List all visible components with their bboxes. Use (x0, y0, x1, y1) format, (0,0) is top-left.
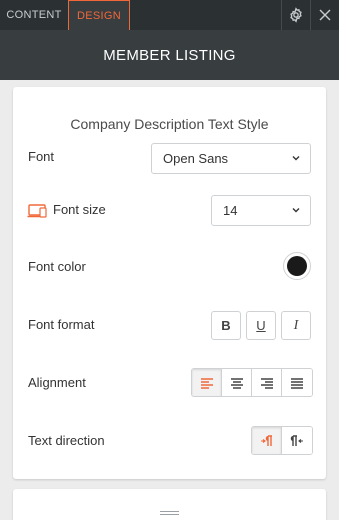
chevron-down-icon (292, 208, 300, 213)
tab-design[interactable]: DESIGN (68, 0, 130, 30)
font-size-label: Font size (53, 202, 106, 217)
close-button[interactable] (310, 0, 339, 30)
color-swatch-dot (287, 256, 307, 276)
ltr-icon (260, 434, 272, 446)
text-direction-label: Text direction (28, 433, 105, 448)
text-direction-group (251, 426, 313, 455)
underline-icon: U (256, 318, 266, 333)
align-right-icon (260, 377, 273, 389)
align-center-icon (230, 377, 243, 389)
alignment-label: Alignment (28, 375, 86, 390)
font-format-label: Font format (28, 317, 95, 332)
panel-header: MEMBER LISTING (0, 30, 339, 80)
italic-button[interactable]: I (281, 311, 311, 340)
resize-handle[interactable] (160, 511, 179, 516)
italic-icon: I (293, 317, 299, 333)
text-style-card: Company Description Text Style Font Open… (13, 87, 326, 479)
font-color-label: Font color (28, 259, 86, 274)
font-size-value: 14 (223, 203, 238, 218)
align-left-button[interactable] (192, 369, 222, 396)
desktop-icon (27, 203, 47, 224)
font-select[interactable]: Open Sans (151, 143, 311, 174)
top-bar: CONTENT DESIGN (0, 0, 339, 30)
ltr-button[interactable] (252, 427, 282, 454)
justify-button[interactable] (282, 369, 312, 396)
align-left-icon (200, 377, 213, 389)
font-color-picker[interactable] (283, 252, 311, 280)
tab-content[interactable]: CONTENT (0, 0, 68, 30)
align-center-button[interactable] (222, 369, 252, 396)
font-size-select[interactable]: 14 (211, 195, 311, 226)
alignment-group (191, 368, 313, 397)
underline-button[interactable]: U (246, 311, 276, 340)
font-label: Font (28, 149, 55, 164)
section-title: Company Description Text Style (70, 116, 269, 132)
page-title: MEMBER LISTING (103, 46, 236, 64)
font-select-value: Open Sans (163, 151, 229, 166)
rtl-button[interactable] (282, 427, 312, 454)
bold-icon: B (221, 318, 231, 333)
align-right-button[interactable] (252, 369, 282, 396)
gear-icon (290, 7, 302, 23)
chevron-down-icon (292, 156, 300, 161)
close-icon (319, 9, 331, 21)
settings-button[interactable] (281, 0, 310, 30)
rtl-icon (290, 434, 303, 446)
justify-icon (291, 377, 303, 389)
bold-button[interactable]: B (211, 311, 241, 340)
